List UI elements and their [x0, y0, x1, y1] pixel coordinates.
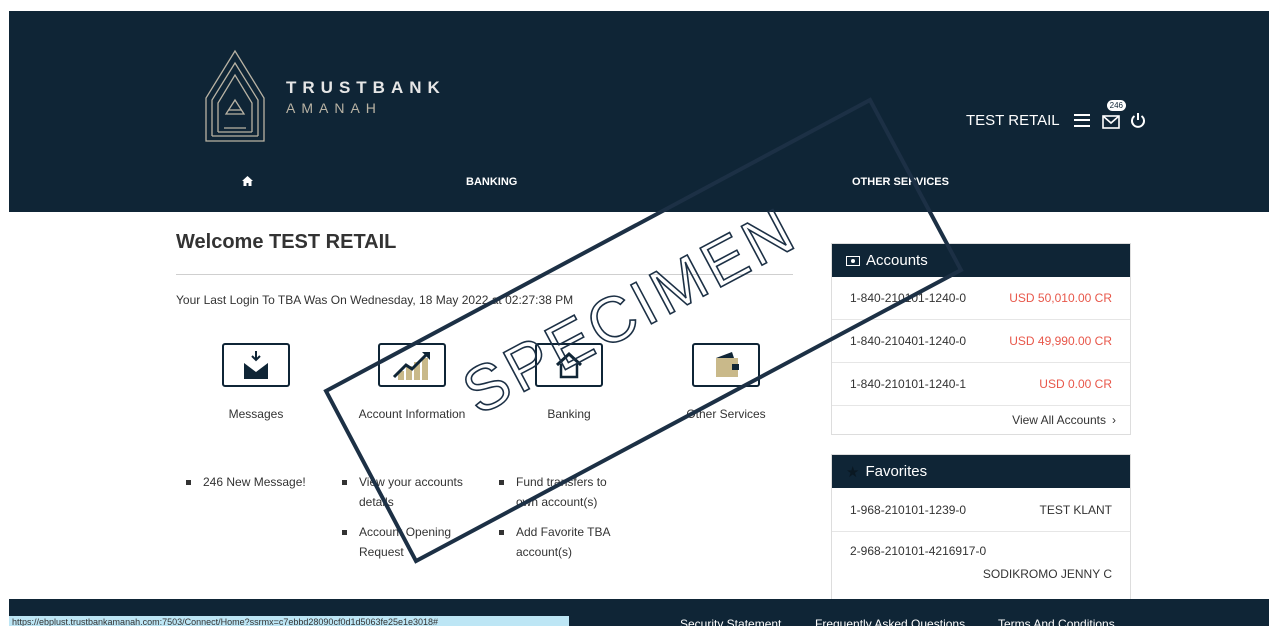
account-number: 1-840-210401-1240-0: [850, 334, 967, 348]
last-login-text: Your Last Login To TBA Was On Wednesday,…: [176, 293, 574, 307]
message-count-badge: 246: [1106, 100, 1126, 111]
power-icon[interactable]: [1130, 112, 1146, 128]
status-bar-url: https://ebplust.trustbankamanah.com:7503…: [9, 616, 569, 626]
tile-label: Account Information: [358, 407, 466, 421]
tile-other-services[interactable]: Other Services: [656, 343, 796, 421]
account-balance: USD 49,990.00 CR: [1009, 334, 1112, 348]
house-icon: [555, 351, 583, 379]
accounts-panel: Accounts 1-840-210101-1240-0 USD 50,010.…: [831, 243, 1131, 435]
account-number: 1-840-210101-1240-1: [850, 377, 967, 391]
chart-up-icon: [392, 351, 430, 380]
account-row[interactable]: 1-840-210101-1240-0 USD 50,010.00 CR: [832, 277, 1130, 320]
wallet-icon: [716, 352, 739, 377]
brand-name: TRUSTBANK: [286, 78, 446, 97]
user-area: TEST RETAIL 246: [966, 100, 1146, 132]
account-row[interactable]: 1-840-210101-1240-1 USD 0.00 CR: [832, 363, 1130, 406]
nav-home[interactable]: [242, 176, 253, 189]
terms-link[interactable]: Terms And Conditions: [998, 617, 1115, 626]
tile-icon-box: [222, 343, 290, 387]
footer: https://ebplust.trustbankamanah.com:7503…: [9, 599, 1269, 626]
account-balance: USD 0.00 CR: [1039, 377, 1112, 391]
tile-label: Other Services: [686, 407, 766, 421]
page-title: Welcome TEST RETAIL: [176, 231, 397, 253]
menu-icon[interactable]: [1073, 113, 1090, 127]
tile-label: Banking: [547, 407, 591, 421]
tile-account-information[interactable]: Account Information: [342, 343, 482, 421]
favorite-row[interactable]: 1-968-210101-1239-0 TEST KLANT: [832, 488, 1130, 532]
favorites-title: Favorites: [865, 463, 928, 480]
trustbank-logo[interactable]: TRUSTBANK AMANAH: [204, 48, 464, 144]
accounts-title: Accounts: [866, 252, 928, 269]
account-number: 1-840-210101-1240-0: [850, 291, 967, 305]
tile-messages[interactable]: Messages: [186, 343, 326, 421]
favorite-account-number: 2-968-210101-4216917-0: [850, 544, 987, 558]
view-all-label: View All Accounts: [1012, 413, 1106, 427]
home-icon: [242, 176, 253, 186]
main-nav: BANKING OTHER SERVICES: [9, 176, 1269, 198]
messages-links: 246 New Message!: [186, 472, 336, 502]
star-icon: ★: [846, 463, 860, 481]
chevron-right-icon: ›: [1112, 413, 1116, 427]
money-icon: [846, 255, 860, 266]
nav-banking[interactable]: BANKING: [466, 176, 517, 188]
account-opening-link[interactable]: Account Opening Request: [342, 522, 487, 562]
divider: [176, 274, 793, 275]
favorite-name: TEST KLANT: [1039, 502, 1112, 517]
favorites-panel: ★ Favorites 1-968-210101-1239-0 TEST KLA…: [831, 454, 1131, 599]
tile-label: Messages: [228, 407, 284, 421]
view-accounts-link[interactable]: View your accounts details: [342, 472, 487, 512]
security-statement-link[interactable]: Security Statement: [680, 617, 781, 626]
account-balance: USD 50,010.00 CR: [1009, 291, 1112, 305]
account-row[interactable]: 1-840-210401-1240-0 USD 49,990.00 CR: [832, 320, 1130, 363]
user-name[interactable]: TEST RETAIL: [966, 112, 1060, 129]
fund-transfer-link[interactable]: Fund transfers to own account(s): [499, 472, 629, 512]
accounts-panel-header: Accounts: [832, 244, 1130, 277]
new-message-link[interactable]: 246 New Message!: [186, 472, 336, 492]
favorite-account-number: 1-968-210101-1239-0: [850, 502, 967, 517]
banking-links: Fund transfers to own account(s) Add Fav…: [499, 472, 629, 572]
logo-arch-icon: [205, 49, 265, 142]
faq-link[interactable]: Frequently Asked Questions: [815, 617, 965, 626]
favorite-name: SODIKROMO JENNY C: [982, 567, 1112, 581]
favorites-panel-header: ★ Favorites: [832, 455, 1130, 488]
view-all-accounts-link[interactable]: View All Accounts ›: [832, 406, 1130, 434]
account-links: View your accounts details Account Openi…: [342, 472, 487, 572]
tile-icon-box: [692, 343, 760, 387]
tile-icon-box: [535, 343, 603, 387]
envelope-download-icon: [243, 351, 269, 379]
favorite-row[interactable]: 2-968-210101-4216917-0 SODIKROMO JENNY C: [832, 532, 1130, 596]
add-favorite-link[interactable]: Add Favorite TBA account(s): [499, 522, 629, 562]
nav-other-services[interactable]: OTHER SERVICES: [852, 176, 949, 188]
tile-icon-box: [378, 343, 446, 387]
tile-banking[interactable]: Banking: [499, 343, 639, 421]
mail-icon[interactable]: 246: [1101, 100, 1126, 129]
brand-subname: AMANAH: [286, 100, 382, 116]
